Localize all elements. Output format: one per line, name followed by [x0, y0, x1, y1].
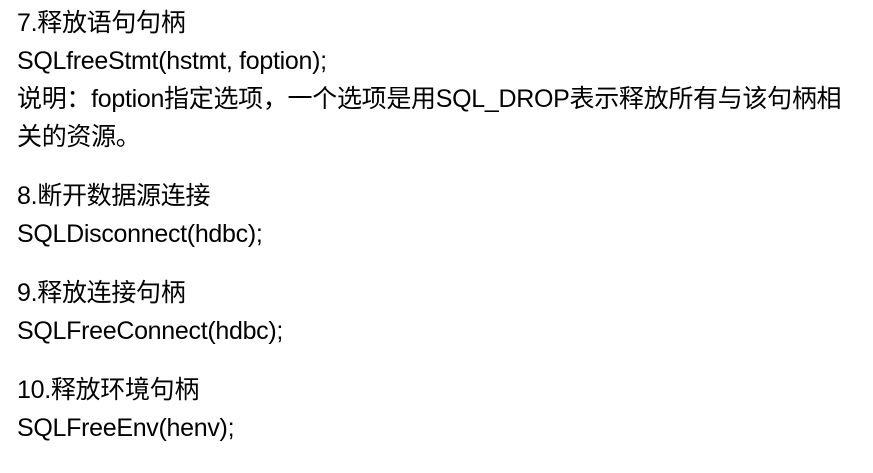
- code-line: SQLDisconnect(hdbc);: [17, 220, 263, 248]
- code-line: SQLfreeStmt(hstmt, foption);: [17, 47, 327, 75]
- section-note: 说明：foption指定选项，一个选项是用SQL_DROP表示释放所有与该句柄相…: [17, 85, 842, 151]
- section-heading: 10.释放环境句柄: [17, 376, 200, 404]
- document-page: 7.释放语句句柄 SQLfreeStmt(hstmt, foption); 说明…: [0, 0, 873, 473]
- section-heading: 8.断开数据源连接: [17, 182, 211, 210]
- code-line: SQLFreeEnv(henv);: [17, 414, 235, 442]
- section-free-environment-handle: 10.释放环境句柄 SQLFreeEnv(henv);: [17, 371, 873, 447]
- section-heading: 7.释放语句句柄: [17, 9, 186, 37]
- section-disconnect-data-source: 8.断开数据源连接 SQLDisconnect(hdbc);: [17, 177, 873, 253]
- section-heading: 9.释放连接句柄: [17, 279, 186, 307]
- code-line: SQLFreeConnect(hdbc);: [17, 317, 284, 345]
- section-free-statement-handle: 7.释放语句句柄 SQLfreeStmt(hstmt, foption); 说明…: [17, 4, 873, 156]
- section-free-connection-handle: 9.释放连接句柄 SQLFreeConnect(hdbc);: [17, 274, 873, 350]
